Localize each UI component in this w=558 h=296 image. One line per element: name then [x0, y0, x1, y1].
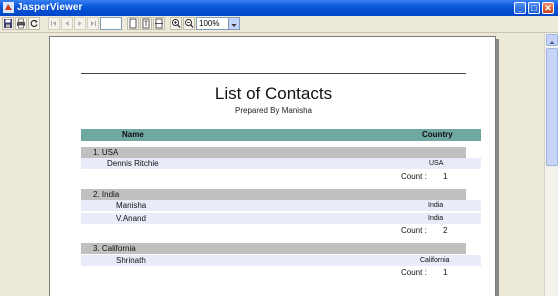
actual-size-icon — [129, 18, 137, 29]
group-footer: Count : 2 — [81, 225, 481, 236]
toolbar: 100% — [0, 16, 558, 33]
save-icon — [4, 19, 12, 28]
chevron-up-icon — [549, 41, 555, 44]
count-label: Count : — [401, 268, 427, 277]
app-icon — [3, 2, 14, 13]
contact-country: India — [428, 202, 444, 209]
window-title: JasperViewer — [17, 2, 83, 13]
contact-name: Shrinath — [116, 256, 146, 265]
count-label: Count : — [401, 226, 427, 235]
scroll-up-button[interactable] — [546, 34, 558, 46]
report-page: List of Contacts Prepared By Manisha Nam… — [49, 36, 496, 296]
chevron-down-icon — [231, 24, 237, 27]
contact-name: V.Anand — [116, 214, 146, 223]
table-row: Manisha India — [81, 200, 481, 211]
title-divider — [81, 73, 466, 74]
maximize-button[interactable]: □ — [528, 2, 540, 14]
zoom-dropdown-arrow[interactable] — [228, 18, 239, 29]
minimize-button[interactable]: _ — [514, 2, 526, 14]
group-header: 3. California — [81, 243, 466, 254]
contact-country: California — [420, 257, 450, 264]
save-button[interactable] — [2, 17, 14, 30]
first-page-button[interactable] — [48, 17, 60, 30]
print-icon — [17, 18, 25, 29]
fit-page-button[interactable] — [140, 17, 152, 30]
zoom-out-button[interactable] — [183, 17, 195, 30]
table-row: V.Anand India — [81, 213, 481, 224]
page-number-input[interactable] — [100, 17, 122, 30]
zoom-value: 100% — [199, 19, 220, 28]
scroll-thumb[interactable] — [546, 48, 558, 166]
column-header-band: Name Country — [81, 129, 481, 141]
fit-width-button[interactable] — [153, 17, 165, 30]
contact-name: Manisha — [116, 201, 147, 210]
reload-button[interactable] — [28, 17, 40, 30]
jasper-viewer-window: JasperViewer _ □ ✕ 100% List of Contacts… — [0, 0, 558, 296]
contact-country: India — [428, 215, 444, 222]
report-title: List of Contacts — [214, 84, 333, 103]
table-row: Shrinath California — [81, 255, 481, 266]
report-viewport[interactable]: List of Contacts Prepared By Manisha Nam… — [0, 33, 544, 296]
previous-page-button[interactable] — [61, 17, 73, 30]
column-header-country: Country — [422, 130, 453, 139]
group-header-label: 1. USA — [93, 148, 119, 157]
contact-country: USA — [429, 160, 444, 167]
last-page-icon — [91, 21, 96, 26]
group-header: 2. India — [81, 189, 466, 200]
vertical-scrollbar[interactable] — [544, 33, 558, 296]
close-button[interactable]: ✕ — [542, 2, 554, 14]
group-footer: Count : 1 — [81, 267, 481, 278]
count-value: 2 — [443, 226, 448, 235]
first-page-icon — [51, 21, 56, 26]
next-page-icon — [78, 21, 82, 26]
fit-width-icon — [155, 18, 163, 29]
report-subtitle: Prepared By Manisha — [235, 106, 312, 115]
zoom-in-button[interactable] — [170, 17, 182, 30]
group-header-label: 3. California — [93, 244, 136, 253]
zoom-in-icon — [172, 19, 181, 28]
group-header: 1. USA — [81, 147, 466, 158]
next-page-button[interactable] — [74, 17, 86, 30]
zoom-select[interactable]: 100% — [196, 17, 240, 30]
reload-icon — [30, 19, 38, 27]
count-label: Count : — [401, 172, 427, 181]
fit-page-icon — [142, 18, 150, 29]
last-page-button[interactable] — [87, 17, 99, 30]
group-footer: Count : 1 — [81, 171, 481, 182]
table-row: Dennis Ritchie USA — [81, 158, 481, 169]
print-button[interactable] — [15, 17, 27, 30]
zoom-out-icon — [185, 19, 194, 28]
previous-page-icon — [65, 21, 69, 26]
column-header-name: Name — [122, 130, 144, 139]
group-header-label: 2. India — [93, 190, 120, 199]
count-value: 1 — [443, 172, 448, 181]
contact-name: Dennis Ritchie — [107, 159, 159, 168]
title-bar[interactable]: JasperViewer _ □ ✕ — [0, 0, 558, 16]
actual-size-button[interactable] — [127, 17, 139, 30]
count-value: 1 — [443, 268, 448, 277]
